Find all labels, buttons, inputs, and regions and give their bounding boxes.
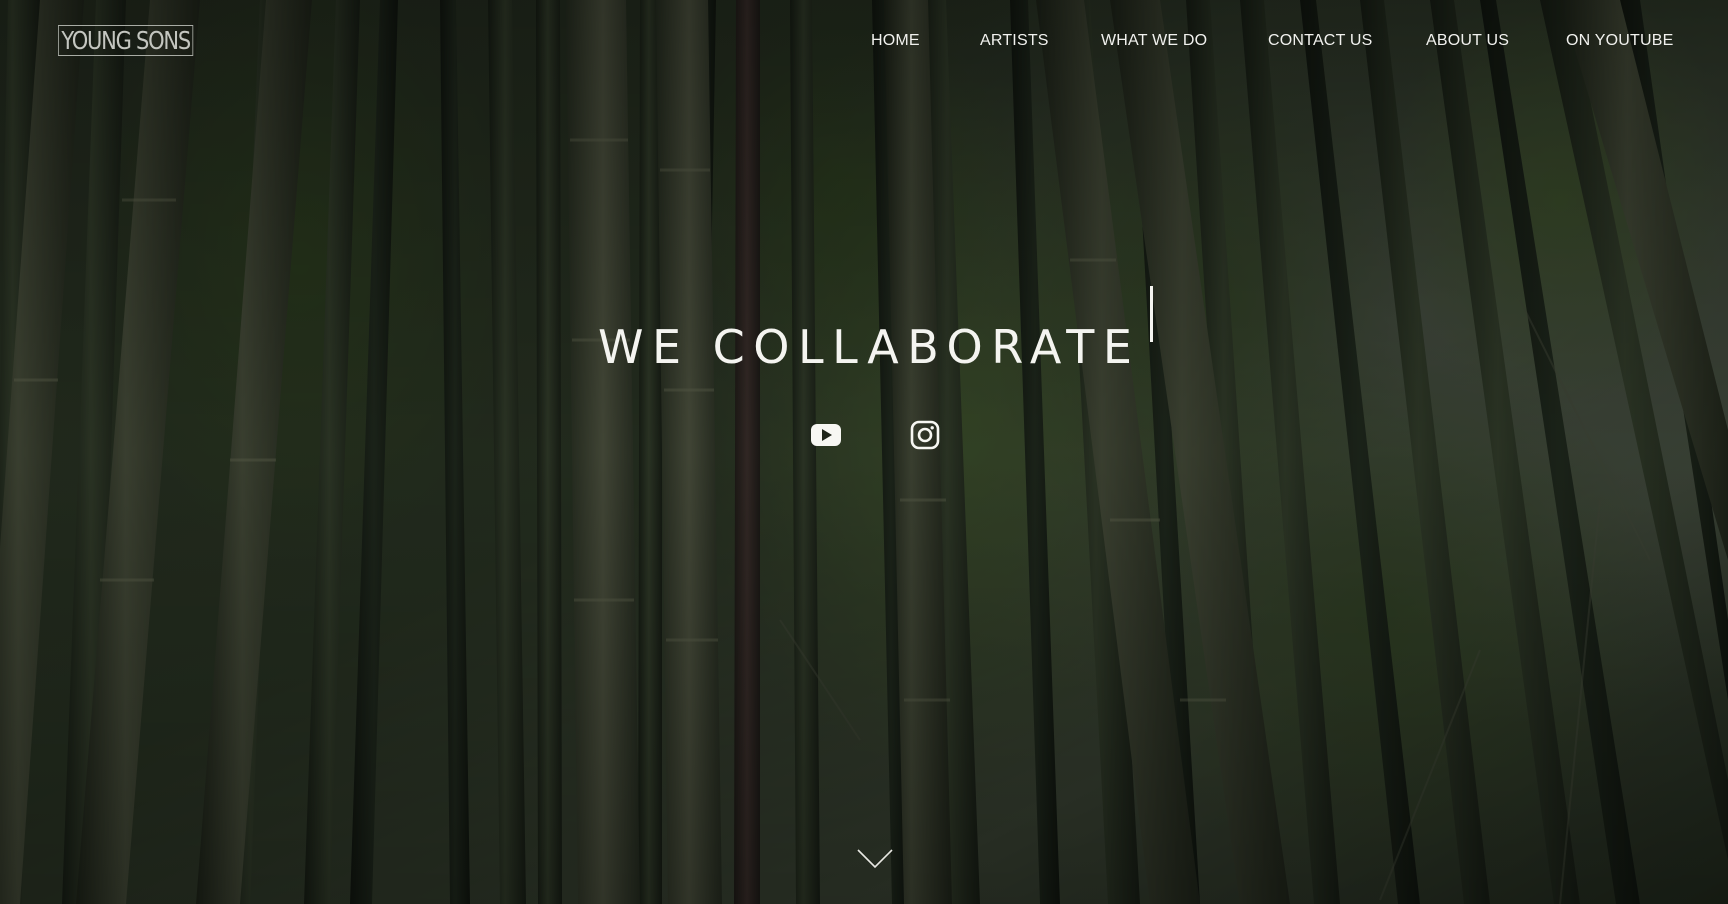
site-header: YOUNG SONS HOME ARTISTS WHAT WE DO CONTA… <box>0 0 1728 82</box>
youtube-icon <box>811 424 841 446</box>
instagram-link[interactable] <box>908 418 942 452</box>
nav-home[interactable]: HOME <box>871 30 920 52</box>
chevron-down-icon <box>857 849 893 869</box>
nav-on-youtube[interactable]: ON YOUTUBE <box>1566 30 1674 52</box>
youtube-link[interactable] <box>809 418 843 452</box>
main-nav: HOME ARTISTS WHAT WE DO CONTACT US ABOUT… <box>0 30 1728 52</box>
hero-headline: WE COLLABORATE <box>598 319 1141 374</box>
typing-cursor <box>1150 286 1153 342</box>
scroll-down-button[interactable] <box>857 848 893 870</box>
nav-what-we-do[interactable]: WHAT WE DO <box>1101 30 1207 52</box>
hero-section: YOUNG SONS HOME ARTISTS WHAT WE DO CONTA… <box>0 0 1728 904</box>
bamboo-forest-background <box>0 0 1728 904</box>
headline-block: WE COLLABORATE <box>0 276 1728 373</box>
nav-artists[interactable]: ARTISTS <box>980 30 1049 52</box>
instagram-icon <box>910 420 940 450</box>
nav-contact-us[interactable]: CONTACT US <box>1268 30 1373 52</box>
nav-about-us[interactable]: ABOUT US <box>1426 30 1509 52</box>
